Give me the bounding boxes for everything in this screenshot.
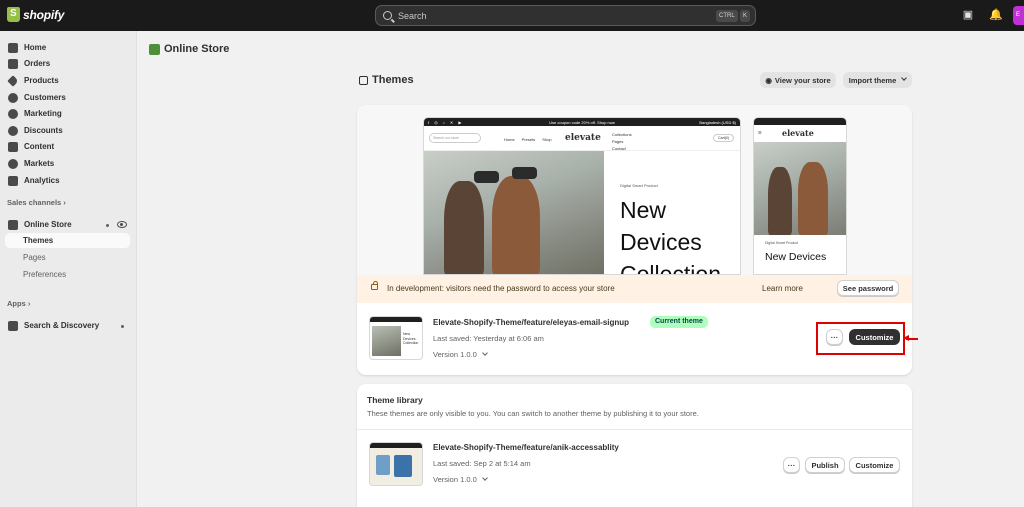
target-icon: [8, 108, 18, 119]
sidebar-item-discounts[interactable]: Discounts: [5, 123, 130, 138]
tag-icon: [7, 74, 19, 87]
preview-nav-shop: Shop: [542, 137, 552, 142]
preview-logo-mobile: elevate: [782, 128, 814, 138]
sidebar-item-preferences[interactable]: Preferences: [23, 270, 66, 279]
shortcut-k: K: [740, 10, 751, 22]
eye-icon[interactable]: [117, 221, 127, 228]
hero-image: [424, 151, 604, 274]
preview-nav-pages: Pages: [612, 139, 624, 144]
orders-icon: [8, 58, 18, 69]
customize-button[interactable]: Customize: [849, 457, 900, 473]
sales-channels-label[interactable]: Sales channels ›: [7, 198, 66, 207]
sidebar-item-search-discovery[interactable]: Search & Discovery: [5, 318, 130, 333]
dev-banner: In development: visitors need the passwo…: [357, 275, 912, 303]
shortcut-ctrl: CTRL: [716, 10, 738, 22]
preview-search: Search our store: [429, 133, 481, 143]
home-icon: [8, 42, 18, 53]
sidebar-item-analytics[interactable]: Analytics: [5, 173, 130, 188]
sidebar-item-online-store[interactable]: Online Store: [5, 217, 130, 232]
last-saved: Last saved: Sep 2 at 5:14 am: [433, 459, 531, 468]
sidebar-item-home[interactable]: Home: [5, 40, 130, 55]
theme-thumbnail: [369, 442, 423, 486]
dot-indicator: [121, 325, 124, 328]
dot-indicator: [106, 224, 109, 227]
hero-image-mobile: [754, 142, 846, 235]
import-theme-button[interactable]: Import theme: [843, 72, 912, 88]
hero-eyebrow: Digital Smart Product: [620, 183, 658, 188]
search-placeholder: Search: [398, 10, 427, 21]
sidebar-item-marketing[interactable]: Marketing: [5, 106, 130, 121]
brand-name: shopify: [23, 7, 65, 22]
themes-heading: Themes: [359, 74, 414, 86]
page-title: Online Store: [149, 43, 229, 55]
region-selector: Bangladesh (USD $): [699, 119, 736, 125]
preview-nav-presets: Presets: [521, 137, 536, 142]
mobile-preview: ☰ elevate Digital Smart Product New Devi…: [753, 117, 847, 275]
eye-icon: ◉: [765, 75, 772, 85]
chevron-down-icon: [481, 475, 488, 481]
arrow-head: [903, 335, 909, 341]
apps-label[interactable]: Apps ›: [7, 299, 30, 308]
themes-icon: [359, 75, 368, 85]
theme-library-title: Theme library: [367, 395, 423, 405]
preview-logo: elevate: [565, 133, 601, 143]
hero-eyebrow-mobile: Digital Smart Product: [765, 241, 799, 245]
theme-library-card: Theme library These themes are only visi…: [357, 384, 912, 507]
store-icon: [8, 219, 18, 230]
shopify-bag-icon: [7, 7, 20, 22]
sidebar-item-pages[interactable]: Pages: [23, 253, 46, 262]
person-icon: [8, 92, 18, 103]
theme-name: Elevate-Shopify-Theme/feature/eleyas-ema…: [433, 318, 630, 327]
sidebar-item-content[interactable]: Content: [5, 139, 130, 154]
sidebar-item-themes[interactable]: Themes: [5, 233, 130, 248]
publish-button[interactable]: Publish: [805, 457, 845, 473]
sidebar-item-markets[interactable]: Markets: [5, 156, 130, 171]
dev-banner-text: In development: visitors need the passwo…: [387, 284, 615, 293]
version-selector[interactable]: Version 1.0.0: [433, 475, 488, 484]
announcement-text: Use coupon code 20% off. Shop now: [549, 119, 615, 125]
search-icon: [383, 11, 392, 20]
chevron-down-icon: [901, 75, 908, 81]
lock-icon: [371, 281, 378, 290]
preview-cart: Cart(0): [713, 134, 734, 142]
version-selector[interactable]: Version 1.0.0: [433, 350, 488, 359]
highlight-box: [816, 322, 905, 355]
avatar[interactable]: E: [1013, 6, 1024, 25]
theme-thumbnail: New Devices Collection: [369, 316, 423, 360]
sidebar-item-customers[interactable]: Customers: [5, 90, 130, 105]
hero-headline-mobile: New Devices: [765, 251, 827, 263]
theme-preview[interactable]: f ◎ ♪ ✕ ▶ Use coupon code 20% off. Shop …: [357, 105, 912, 275]
current-theme-badge: Current theme: [650, 316, 708, 328]
discount-icon: [8, 125, 18, 136]
store-icon[interactable]: ▣: [962, 9, 974, 21]
content-icon: [8, 141, 18, 152]
hero-headline: New Devices Collection: [620, 197, 721, 275]
social-icons: f ◎ ♪ ✕ ▶: [428, 119, 464, 125]
theme-library-description: These themes are only visible to you. Yo…: [367, 409, 699, 418]
preview-nav-collections: Collections: [612, 132, 632, 137]
shopify-logo[interactable]: shopify: [7, 7, 64, 22]
search-input[interactable]: Search CTRL K: [375, 5, 756, 26]
menu-icon: ☰: [758, 130, 762, 135]
search-discovery-icon: [8, 320, 18, 331]
sidebar-item-products[interactable]: Products: [5, 73, 130, 88]
chevron-down-icon: [481, 350, 488, 356]
bar-chart-icon: [8, 175, 18, 186]
last-saved: Last saved: Yesterday at 6:06 am: [433, 334, 544, 343]
sidebar-item-orders[interactable]: Orders: [5, 56, 130, 71]
learn-more-link[interactable]: Learn more: [762, 284, 803, 293]
theme-name: Elevate-Shopify-Theme/feature/anik-acces…: [433, 443, 619, 452]
see-password-button[interactable]: See password: [837, 280, 899, 296]
more-actions-button[interactable]: ···: [783, 457, 800, 473]
sidebar: Home Orders Products Customers Marketing…: [0, 31, 137, 507]
desktop-preview: f ◎ ♪ ✕ ▶ Use coupon code 20% off. Shop …: [423, 117, 741, 275]
bell-icon[interactable]: 🔔: [989, 9, 1003, 21]
online-store-icon: [149, 43, 160, 55]
preview-nav-home: Home: [504, 137, 515, 142]
view-store-button[interactable]: ◉ View your store: [760, 72, 836, 88]
top-bar: shopify Search CTRL K ▣ 🔔 E: [0, 0, 1024, 31]
globe-icon: [8, 158, 18, 169]
library-theme-row: Elevate-Shopify-Theme/feature/anik-acces…: [357, 430, 912, 500]
